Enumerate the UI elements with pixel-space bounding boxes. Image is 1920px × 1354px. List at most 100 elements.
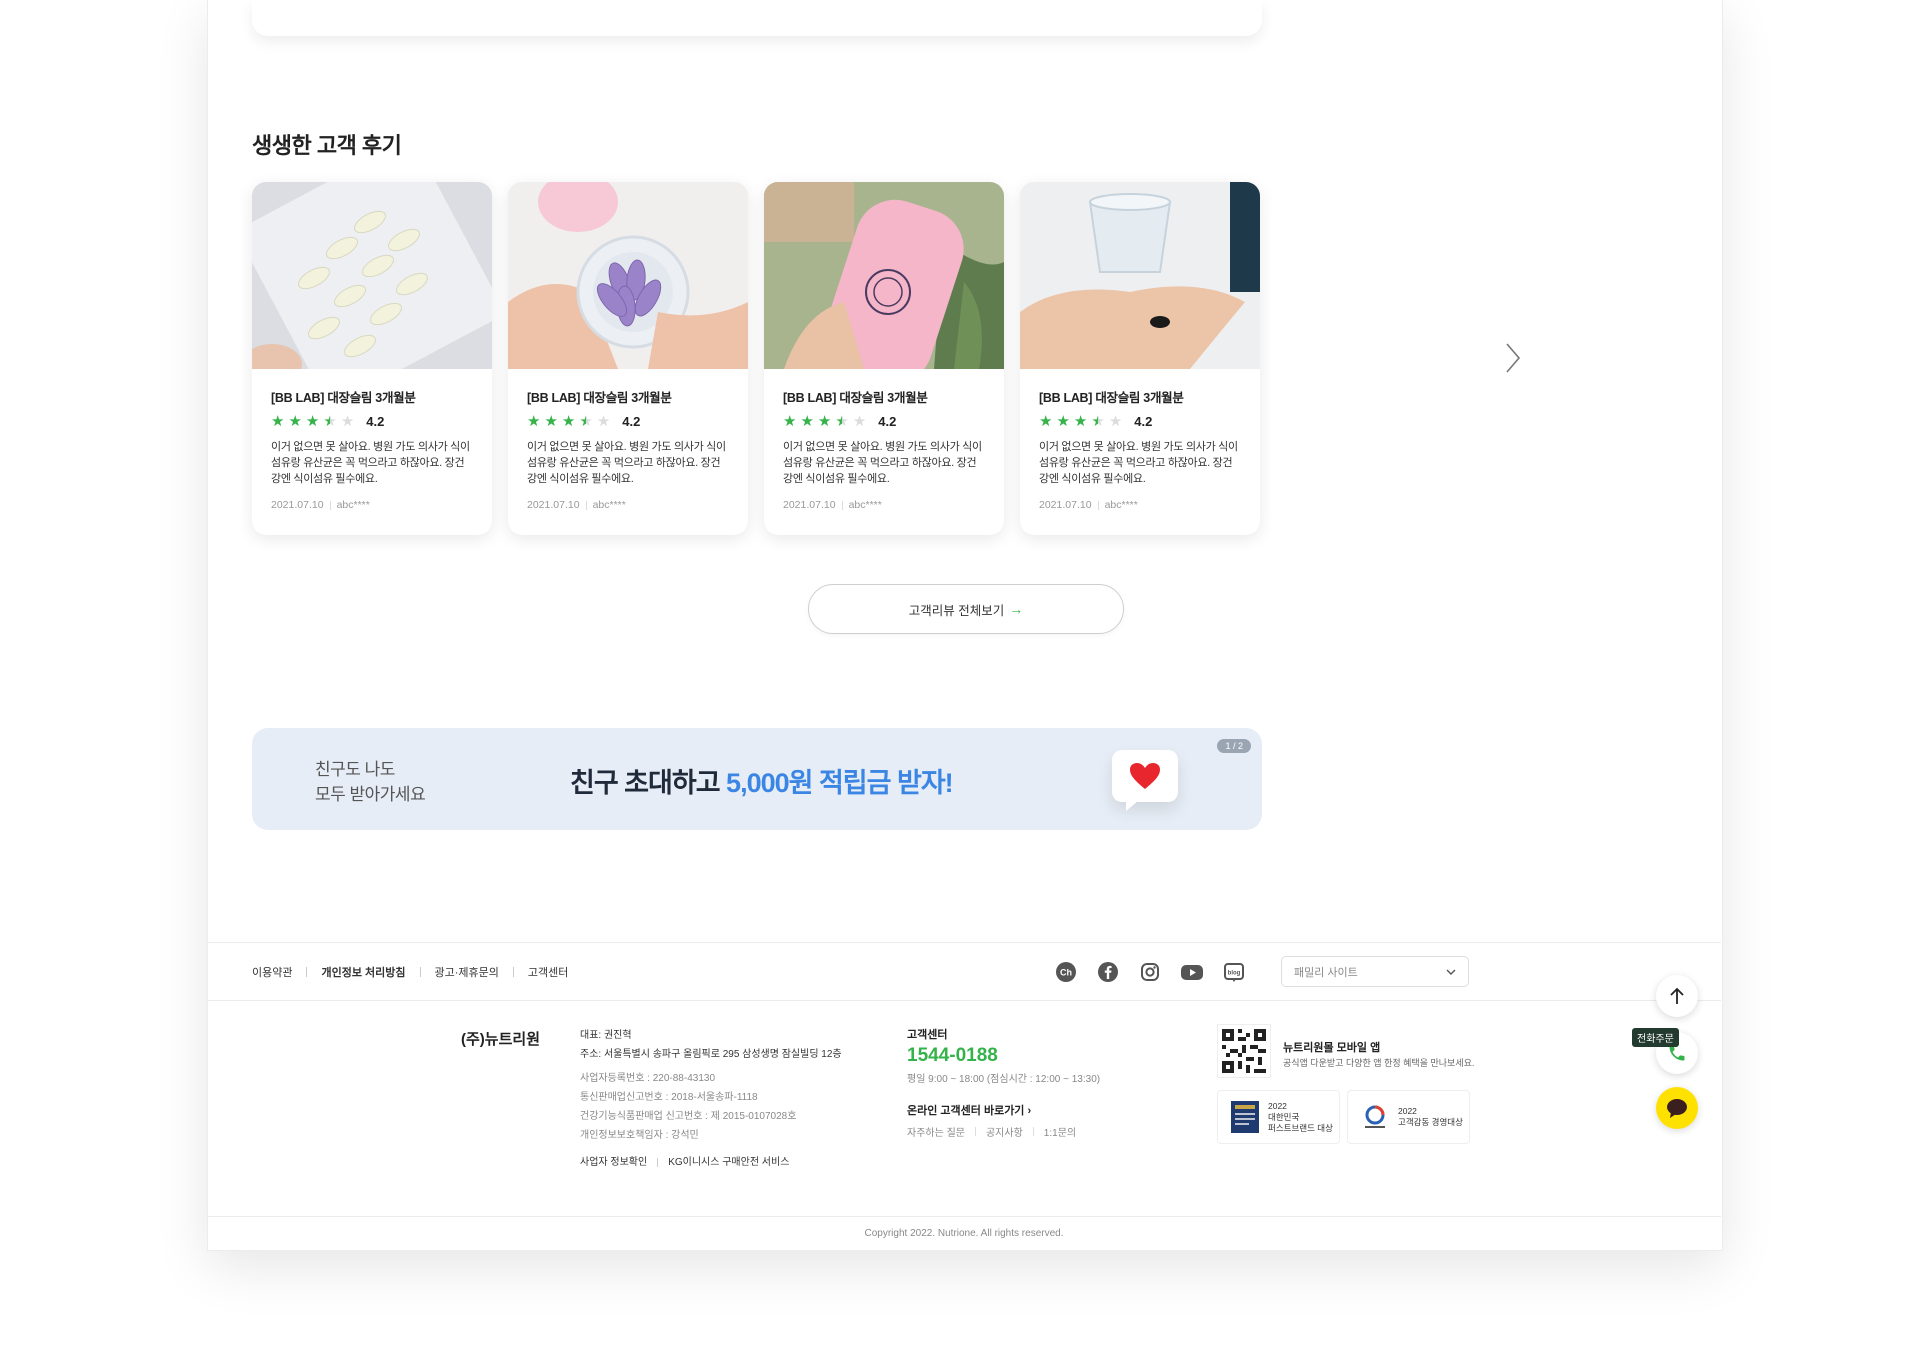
facebook-icon[interactable] — [1096, 960, 1120, 984]
review-meta: 2021.07.10 abc**** — [1039, 499, 1241, 511]
company-biz-no: 사업자등록번호 : 220-88-43130 — [580, 1073, 716, 1084]
review-product-name: [BB LAB] 대장슬림 3개월분 — [1039, 391, 1184, 405]
award-emblem-icon — [1360, 1100, 1390, 1134]
inquiry-link[interactable]: 1:1문의 — [1044, 1124, 1076, 1139]
banner-headline: 친구 초대하고 5,000원 적립금 받자! — [570, 761, 954, 800]
invite-friend-banner[interactable]: 친구도 나도 모두 받아가세요 친구 초대하고 5,000원 적립금 받자! 1… — [252, 728, 1262, 830]
phone-order-tag: 전화주문 — [1632, 1028, 1679, 1047]
star-half-icon: ★ — [835, 412, 849, 430]
star-full-icon: ★ — [561, 412, 576, 430]
cs-phone[interactable]: 1544-0188 — [907, 1045, 1100, 1067]
star-rating: ★ ★ ★ ★ ★ 4.2 — [527, 413, 729, 429]
rating-score: 4.2 — [622, 413, 641, 429]
footer-link-ads[interactable]: 광고·제휴문의 — [435, 964, 499, 980]
review-text: 이거 없으면 못 살아요. 병원 가도 의사가 식이섬유랑 유산균은 꼭 먹으라… — [783, 441, 982, 485]
blog-icon[interactable]: blog — [1222, 960, 1246, 984]
star-rating: ★ ★ ★ ★ ★ 4.2 — [271, 413, 473, 429]
customer-center: 고객센터 1544-0188 평일 9:00 ~ 18:00 (점심시간 : 1… — [907, 1026, 1100, 1139]
chevron-down-icon — [1446, 969, 1456, 975]
rating-score: 4.2 — [366, 413, 385, 429]
banner-subtext: 친구도 나도 모두 받아가세요 — [315, 757, 426, 807]
footer-link-privacy[interactable]: 개인정보 처리방침 — [321, 964, 405, 980]
star-rating: ★ ★ ★ ★ ★ 4.2 — [1039, 413, 1241, 429]
review-date: 2021.07.10 — [1039, 499, 1092, 511]
app-title: 뉴트리원몰 모바일 앱 — [1283, 1042, 1381, 1054]
review-text: 이거 없으면 못 살아요. 병원 가도 의사가 식이섬유랑 유산균은 꼭 먹으라… — [1039, 441, 1238, 485]
star-full-icon: ★ — [783, 412, 797, 430]
company-ceo: 대표: 권진혁 — [580, 1030, 632, 1041]
cs-label: 고객센터 — [907, 1029, 948, 1041]
social-links: Ch blog — [1054, 960, 1264, 984]
view-all-reviews-label: 고객리뷰 전체보기 — [908, 603, 1005, 618]
award-badge: 2022 고객감동 경영대상 — [1347, 1090, 1470, 1144]
review-card[interactable]: [BB LAB] 대장슬림 3개월분 ★ ★ ★ ★ ★ 4.2 이거 없으면 … — [1020, 182, 1260, 535]
arrow-right-icon: → — [1009, 601, 1024, 617]
star-full-icon: ★ — [544, 412, 558, 430]
review-product-name: [BB LAB] 대장슬림 3개월분 — [527, 391, 672, 405]
youtube-icon[interactable] — [1180, 960, 1204, 984]
carousel-next-button[interactable] — [1497, 340, 1527, 376]
star-full-icon: ★ — [1056, 412, 1070, 430]
banner-subtext-line2: 모두 받아가세요 — [315, 785, 426, 804]
chevron-right-icon: › — [1027, 1105, 1032, 1117]
award-line1: 고객감동 경영대상 — [1398, 1117, 1463, 1127]
online-cs-link[interactable]: 온라인 고객센터 바로가기 › — [907, 1102, 1100, 1118]
award-year: 2022 — [1398, 1106, 1417, 1116]
star-empty-icon: ★ — [1108, 412, 1123, 430]
review-user: abc**** — [848, 499, 882, 511]
star-full-icon: ★ — [527, 412, 541, 430]
rating-score: 4.2 — [1134, 413, 1153, 429]
star-empty-icon: ★ — [596, 412, 611, 430]
previous-section-card — [252, 0, 1262, 36]
footer-link-terms[interactable]: 이용약관 — [252, 964, 292, 980]
review-user: abc**** — [1104, 499, 1138, 511]
review-photo — [1020, 182, 1260, 369]
star-full-icon: ★ — [305, 412, 320, 430]
channel-icon[interactable]: Ch — [1054, 960, 1078, 984]
review-photo — [764, 182, 1004, 369]
review-text: 이거 없으면 못 살아요. 병원 가도 의사가 식이섬유랑 유산균은 꼭 먹으라… — [527, 441, 726, 485]
copyright: Copyright 2022. Nutrione. All rights res… — [207, 1216, 1721, 1239]
review-product-name: [BB LAB] 대장슬림 3개월분 — [783, 391, 928, 405]
award-line1: 대한민국 — [1268, 1111, 1300, 1122]
family-site-select[interactable]: 패밀리 사이트 — [1281, 956, 1469, 987]
review-card[interactable]: [BB LAB] 대장슬림 3개월분 ★ ★ ★ ★ ★ 4.2 이거 없으면 … — [508, 182, 748, 535]
award-badge: 2022 대한민국 퍼스트브랜드 대상 — [1217, 1090, 1340, 1144]
biz-info-link[interactable]: 사업자 정보확인 — [580, 1153, 647, 1172]
company-info: 대표: 권진혁 주소: 서울특별시 송파구 올림픽로 295 삼성생명 잠실빌딩… — [580, 1026, 842, 1172]
star-half-icon: ★ — [1091, 412, 1105, 430]
footer-link-cs[interactable]: 고객센터 — [528, 964, 568, 980]
svg-text:blog: blog — [1228, 971, 1241, 977]
scroll-top-button[interactable] — [1656, 975, 1698, 1017]
star-full-icon: ★ — [817, 412, 832, 430]
star-full-icon: ★ — [271, 412, 285, 430]
chat-bubble-icon — [1667, 1099, 1687, 1118]
family-site-label: 패밀리 사이트 — [1294, 966, 1358, 979]
review-date: 2021.07.10 — [271, 499, 324, 511]
company-mail-order-no: 통신판매업신고번호 : 2018-서울송파-1118 — [580, 1092, 758, 1103]
banner-headline-highlight: 5,000원 적립금 받자! — [726, 768, 954, 798]
award-line2: 퍼스트브랜드 대상 — [1268, 1122, 1333, 1133]
instagram-icon[interactable] — [1138, 960, 1162, 984]
review-meta: 2021.07.10 abc**** — [271, 499, 473, 511]
star-full-icon: ★ — [800, 412, 814, 430]
award-year: 2022 — [1268, 1100, 1287, 1111]
online-cs-label: 온라인 고객센터 바로가기 — [907, 1105, 1025, 1117]
review-user: abc**** — [336, 499, 370, 511]
kg-inicis-link[interactable]: KG이니시스 구매안전 서비스 — [668, 1153, 789, 1172]
reviews-section-title: 생생한 고객 후기 — [252, 133, 402, 158]
notice-link[interactable]: 공지사항 — [986, 1124, 1023, 1139]
review-card[interactable]: [BB LAB] 대장슬림 3개월분 ★ ★ ★ ★ ★ 4.2 이거 없으면 … — [252, 182, 492, 535]
view-all-reviews-button[interactable]: 고객리뷰 전체보기 → — [808, 584, 1124, 634]
footer-links: 이용약관 개인정보 처리방침 광고·제휴문의 고객센터 — [252, 964, 568, 980]
review-card[interactable]: [BB LAB] 대장슬림 3개월분 ★ ★ ★ ★ ★ 4.2 이거 없으면 … — [764, 182, 1004, 535]
company-privacy-officer: 개인정보보호책임자 : 강석민 — [580, 1130, 699, 1141]
review-meta: 2021.07.10 abc**** — [527, 499, 729, 511]
kakaotalk-button[interactable] — [1656, 1087, 1698, 1129]
review-user: abc**** — [592, 499, 626, 511]
arrow-up-icon — [1670, 987, 1684, 1004]
faq-link[interactable]: 자주하는 질문 — [907, 1124, 965, 1139]
review-photo — [508, 182, 748, 369]
star-full-icon: ★ — [1073, 412, 1088, 430]
review-meta: 2021.07.10 abc**** — [783, 499, 985, 511]
